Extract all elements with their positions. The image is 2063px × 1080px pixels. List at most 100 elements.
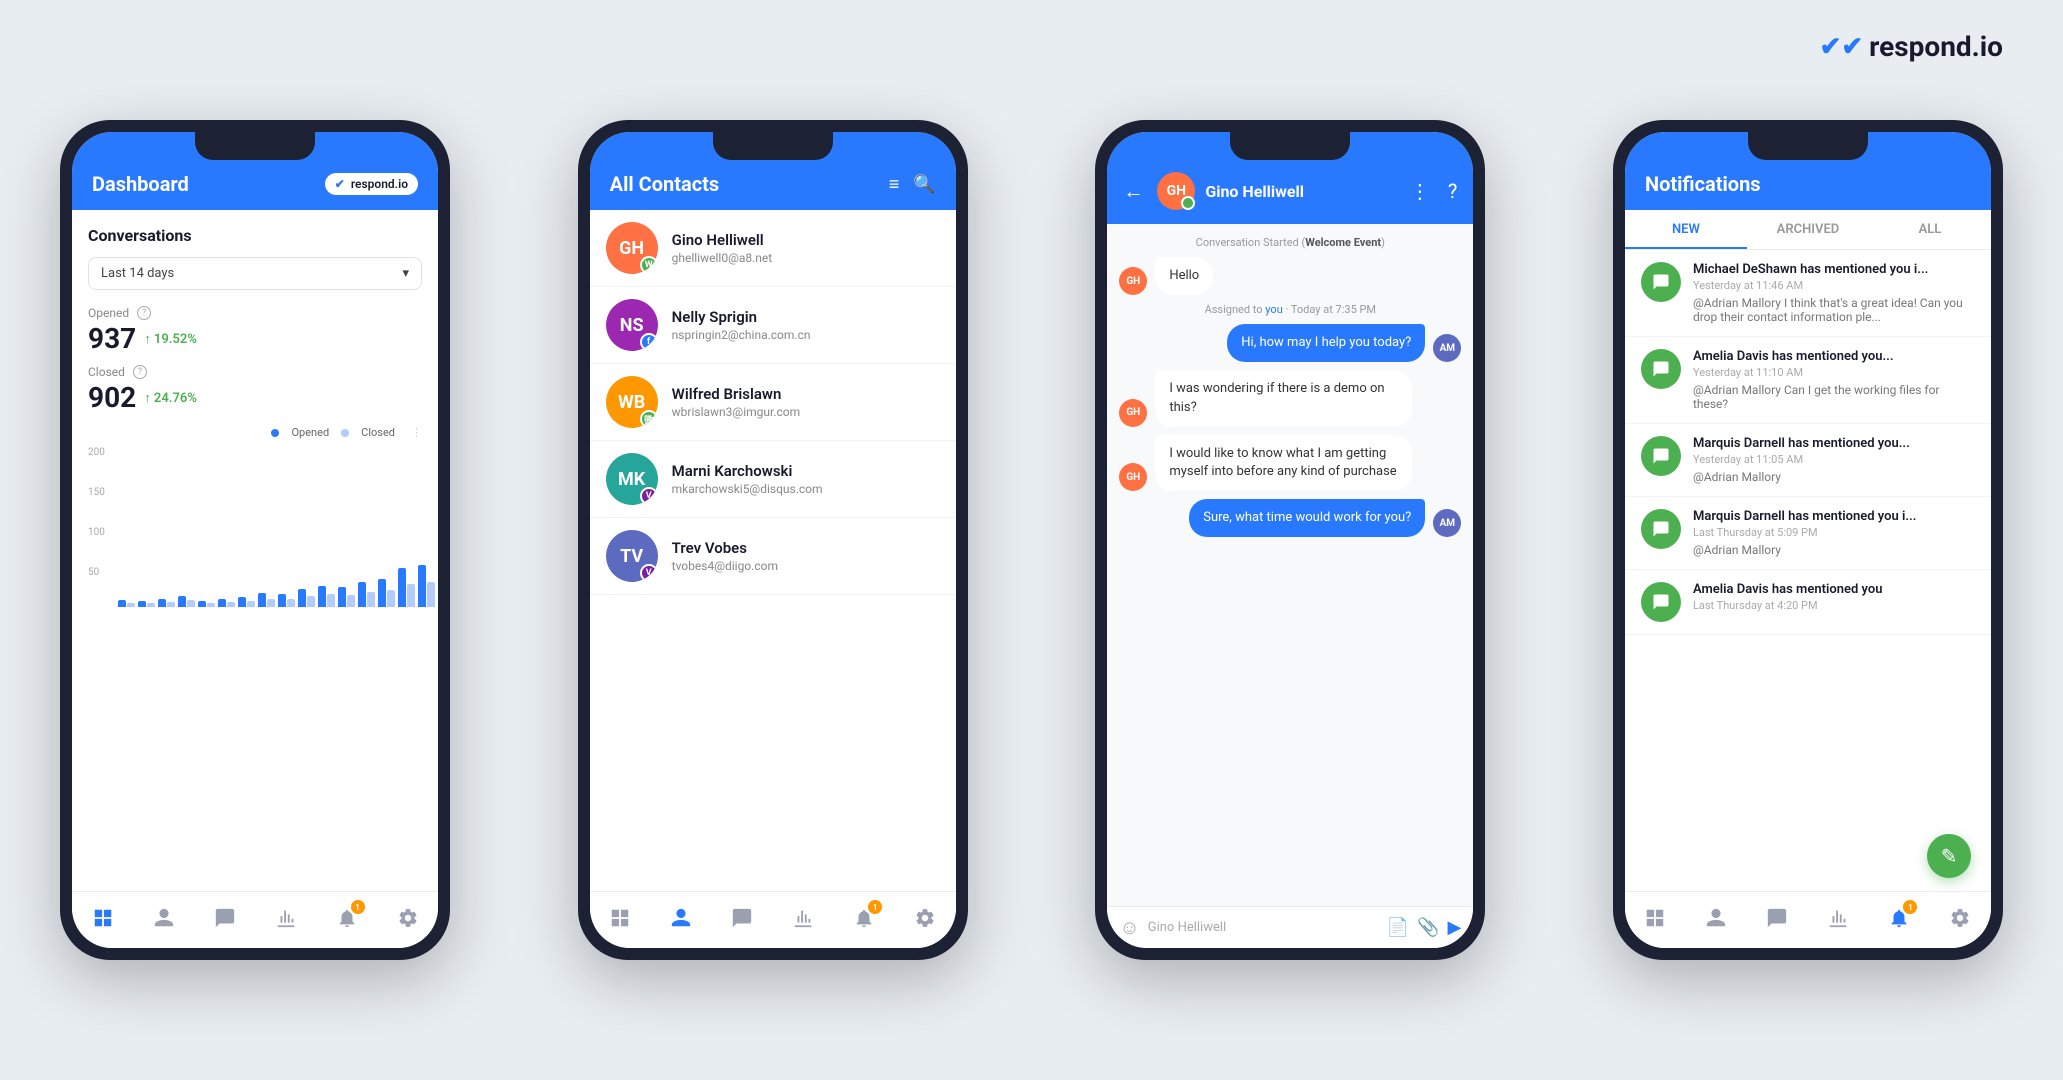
legend-opened-label: Opened	[291, 426, 329, 439]
nav-chat-icon[interactable]	[211, 904, 239, 932]
contact-item[interactable]: MK V Marni Karchowski mkarchowski5@disqu…	[590, 441, 956, 518]
notification-item[interactable]: Marquis Darnell has mentioned you... Yes…	[1625, 424, 1991, 497]
nav-c-contacts[interactable]	[667, 904, 695, 932]
notif-desc: @Adrian Mallory	[1693, 470, 1975, 484]
phone-notch-3	[1230, 132, 1350, 160]
contact-item[interactable]: NS f Nelly Sprigin nspringin2@china.com.…	[590, 287, 956, 364]
nav-n-contacts[interactable]	[1702, 904, 1730, 932]
emoji-icon[interactable]: ☺	[1119, 915, 1139, 940]
channel-badge: W	[640, 256, 658, 274]
notif-title: Amelia Davis has mentioned you...	[1693, 349, 1975, 364]
badge-text: respond.io	[351, 177, 408, 191]
chart-y-labels: 200 150 100 50	[88, 447, 105, 607]
logo: ✔✔ respond.io	[1820, 30, 2003, 63]
nav-notifications-icon[interactable]: 1	[333, 904, 361, 932]
tab-new[interactable]: NEW	[1625, 210, 1747, 249]
message-bubble-sent: Hi, how may I help you today?	[1227, 324, 1425, 362]
search-icon[interactable]: 🔍	[913, 174, 935, 195]
notif-icon	[1641, 509, 1681, 549]
bar-closed	[347, 595, 355, 607]
nav-dashboard-icon[interactable]	[89, 904, 117, 932]
nav-c-dashboard[interactable]	[606, 904, 634, 932]
sender-avatar: AM	[1433, 334, 1461, 362]
nav-n-settings[interactable]	[1946, 904, 1974, 932]
notification-item[interactable]: Michael DeShawn has mentioned you i... Y…	[1625, 250, 1991, 337]
bar-opened	[238, 597, 246, 607]
contact-item[interactable]: GH W Gino Helliwell ghelliwell0@a8.net	[590, 210, 956, 287]
bar-closed	[227, 602, 235, 607]
opened-metric: Opened ? 937 ↑ 19.52%	[88, 306, 422, 355]
chat-messages: Conversation Started (Welcome Event)GHHe…	[1107, 224, 1473, 906]
contact-item[interactable]: WB 微 Wilfred Brislawn wbrislawn3@imgur.c…	[590, 364, 956, 441]
back-icon[interactable]: ←	[1123, 179, 1143, 204]
chat-input-bar: ☺ Gino Helliwell 📄 📎 ▶	[1107, 906, 1473, 948]
message-row-sent: Sure, what time would work for you?AM	[1119, 499, 1461, 537]
nav-c-analytics[interactable]	[789, 904, 817, 932]
phone-notch-2	[713, 132, 833, 160]
filter-icon[interactable]: ≡	[889, 174, 900, 195]
bar-opened	[418, 565, 426, 607]
date-range-dropdown[interactable]: Last 14 days ▾	[88, 257, 422, 290]
opened-label: Opened	[88, 306, 129, 320]
legend-closed-dot	[341, 429, 349, 437]
chat-input-field[interactable]: Gino Helliwell	[1148, 920, 1379, 935]
chart-more-icon[interactable]: ⋮	[411, 426, 422, 439]
chat-contact-name: Gino Helliwell	[1205, 182, 1400, 201]
notif-content: Amelia Davis has mentioned you... Yester…	[1693, 349, 1975, 411]
chart-bar-group	[198, 601, 215, 607]
phone-notifications: Notifications NEW ARCHIVED ALL Michael D…	[1613, 120, 2003, 960]
logo-text: respond.io	[1869, 30, 2003, 63]
opened-value: 937	[88, 322, 136, 355]
contact-info: Nelly Sprigin nspringin2@china.com.cn	[672, 308, 940, 342]
nav-n-notifications[interactable]: 1	[1885, 904, 1913, 932]
message-avatar: GH	[1119, 463, 1147, 491]
attach-icon[interactable]: 📄	[1387, 917, 1409, 938]
chart-bar-group	[378, 579, 395, 607]
bar-closed	[407, 584, 415, 607]
contact-avatar: GH W	[606, 222, 658, 274]
notif-icon	[1641, 262, 1681, 302]
tab-all[interactable]: ALL	[1869, 210, 1991, 249]
message-row-sent: Hi, how may I help you today? AM	[1119, 324, 1461, 362]
nav-n-chat[interactable]	[1763, 904, 1791, 932]
paperclip-icon[interactable]: 📎	[1417, 917, 1439, 938]
bar-opened	[218, 599, 226, 607]
notification-item[interactable]: Amelia Davis has mentioned you Last Thur…	[1625, 570, 1991, 635]
contact-item[interactable]: TV V Trev Vobes tvobes4@diigo.com	[590, 518, 956, 595]
opened-info-icon: ?	[137, 306, 151, 320]
conversations-chart: Opened Closed ⋮ 200 150 100 50	[88, 426, 422, 607]
nav-contacts-icon[interactable]	[150, 904, 178, 932]
bar-opened	[158, 599, 166, 607]
nav-c-settings[interactable]	[911, 904, 939, 932]
notif-content: Amelia Davis has mentioned you Last Thur…	[1693, 582, 1975, 616]
bar-closed	[147, 603, 155, 607]
notif-time: Yesterday at 11:05 AM	[1693, 453, 1975, 466]
contact-email: mkarchowski5@disqus.com	[672, 482, 940, 496]
chart-bar-group	[398, 568, 415, 607]
nav-analytics-icon[interactable]	[272, 904, 300, 932]
send-icon[interactable]: ▶	[1447, 917, 1461, 938]
chart-bar-group	[418, 565, 435, 607]
nav-n-dashboard[interactable]	[1641, 904, 1669, 932]
respond-badge[interactable]: ✔ respond.io	[325, 173, 418, 195]
notif-title: Marquis Darnell has mentioned you i...	[1693, 509, 1975, 524]
notif-content: Marquis Darnell has mentioned you i... L…	[1693, 509, 1975, 557]
notification-item[interactable]: Amelia Davis has mentioned you... Yester…	[1625, 337, 1991, 424]
nav-n-analytics[interactable]	[1824, 904, 1852, 932]
notif-time: Yesterday at 11:10 AM	[1693, 366, 1975, 379]
dropdown-label: Last 14 days	[101, 266, 174, 281]
chat-help-icon[interactable]: ?	[1448, 179, 1457, 203]
nav-c-notifications[interactable]: 1	[850, 904, 878, 932]
fab-compose[interactable]: ✎	[1927, 834, 1971, 878]
tab-archived[interactable]: ARCHIVED	[1747, 210, 1869, 249]
nav-settings-icon[interactable]	[394, 904, 422, 932]
chat-more-icon[interactable]: ⋮	[1410, 179, 1430, 203]
nav-c-chat[interactable]	[728, 904, 756, 932]
legend-closed-label: Closed	[361, 426, 395, 439]
contact-email: nspringin2@china.com.cn	[672, 328, 940, 342]
bar-closed	[427, 582, 435, 607]
notification-item[interactable]: Marquis Darnell has mentioned you i... L…	[1625, 497, 1991, 570]
contact-info: Wilfred Brislawn wbrislawn3@imgur.com	[672, 385, 940, 419]
channel-badge: 微	[640, 410, 658, 428]
opened-change: ↑ 19.52%	[144, 331, 197, 347]
